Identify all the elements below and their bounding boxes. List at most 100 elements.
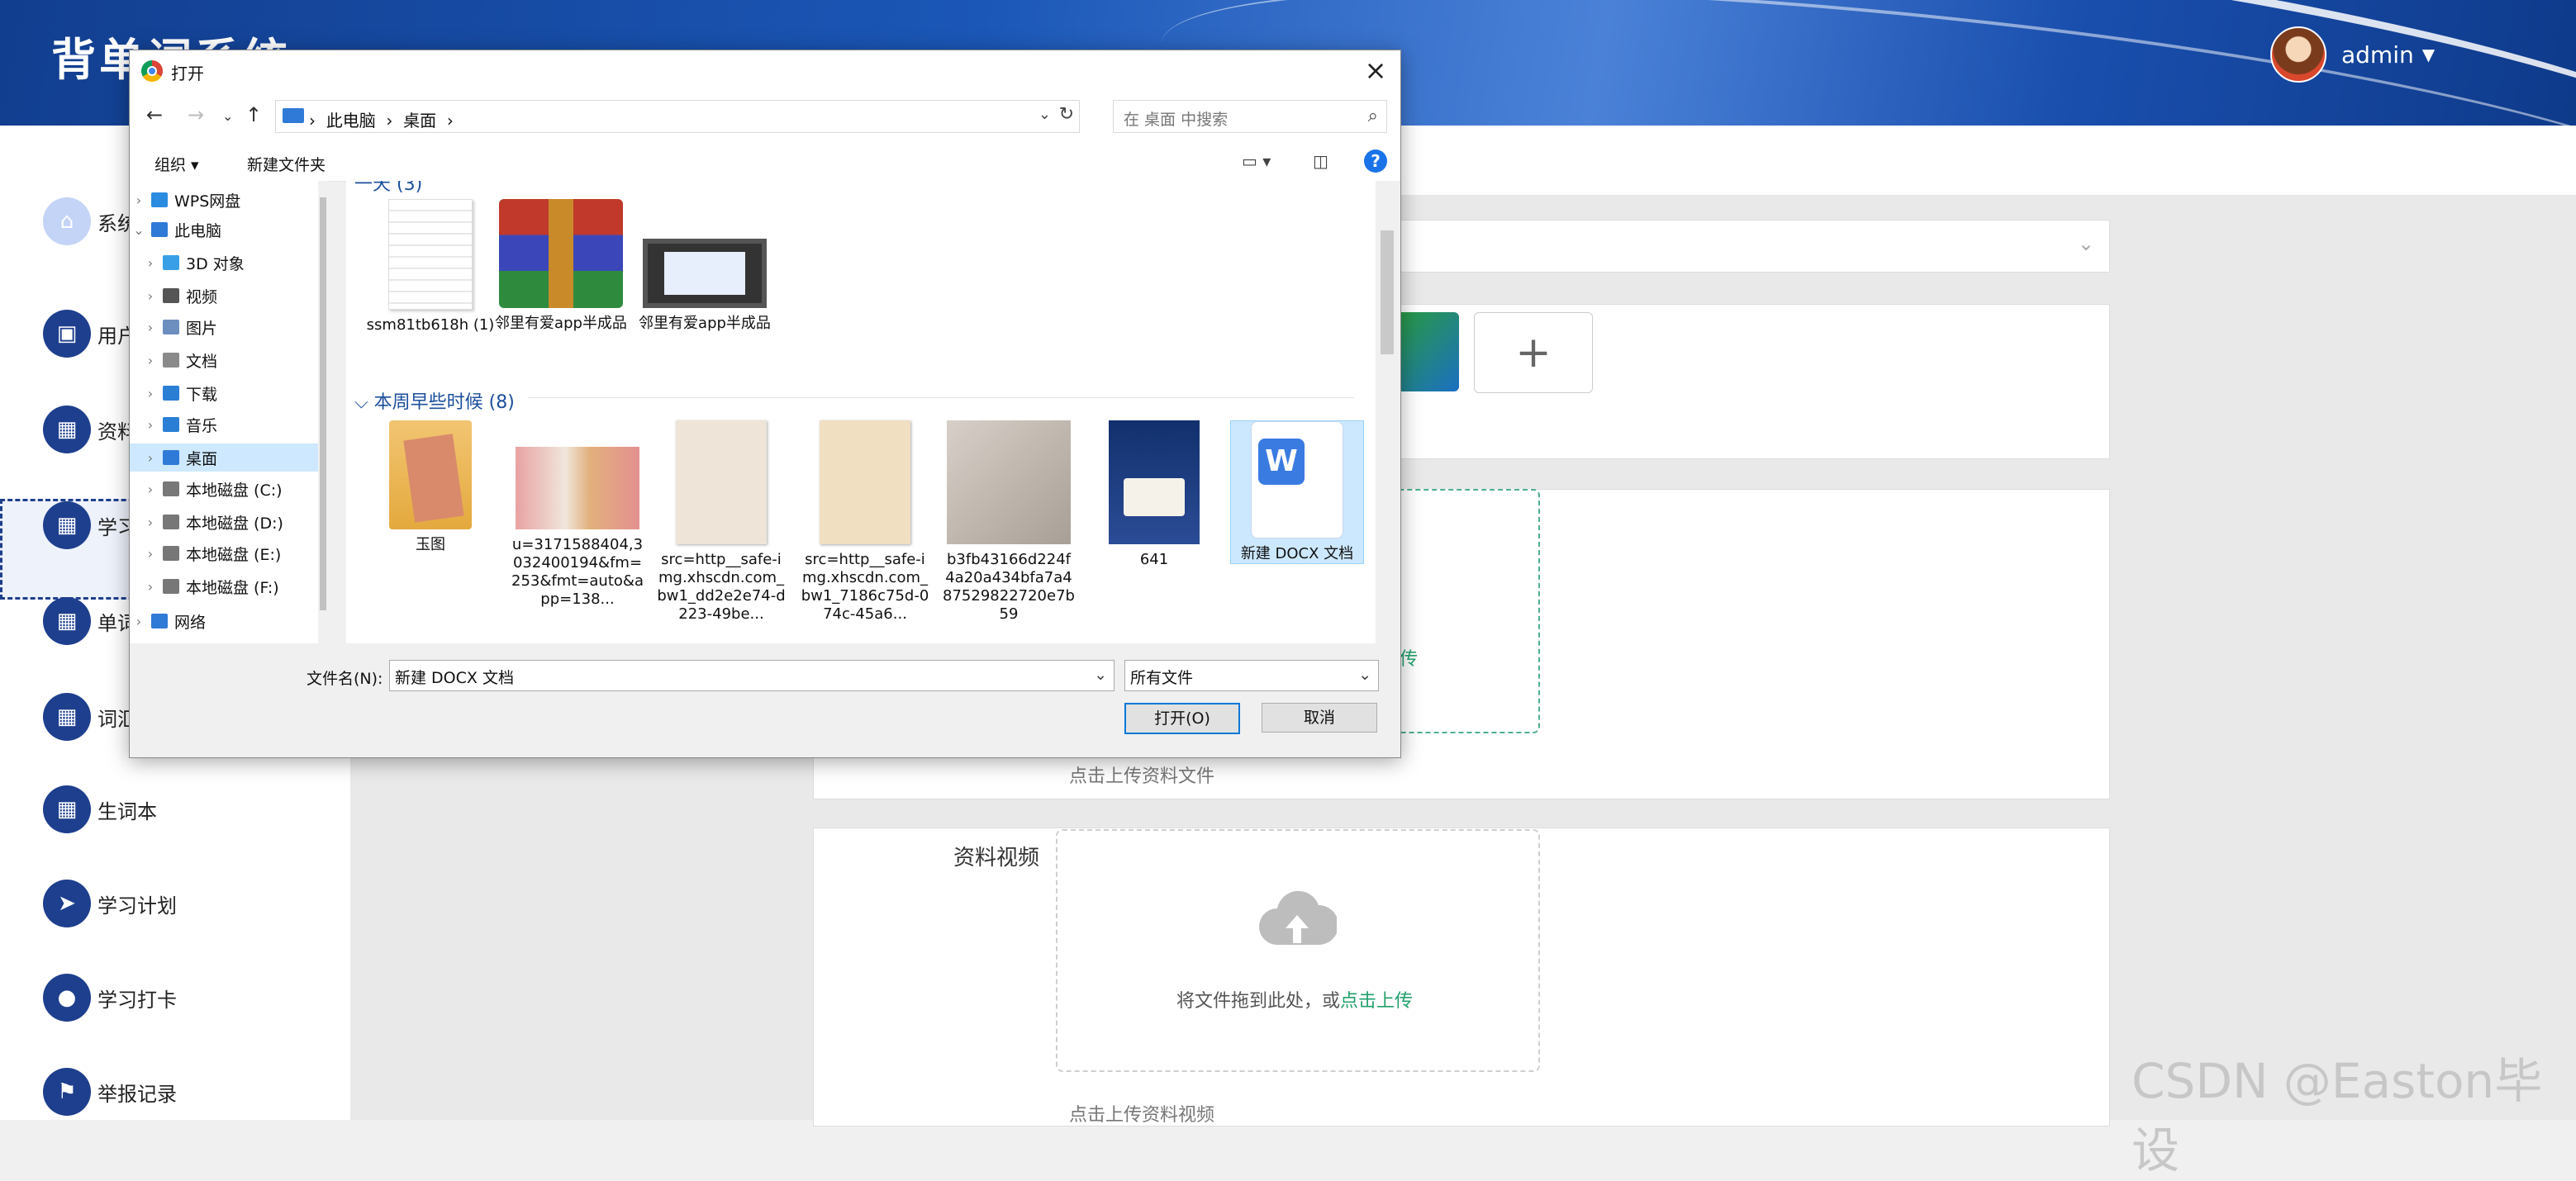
folder-icon (163, 320, 179, 334)
address-bar[interactable]: › 此电脑 › 桌面 › ⌄ ↻ (275, 100, 1080, 133)
chevron-down-icon[interactable]: ⌄ (1038, 106, 1051, 123)
sidebar-item[interactable]: ▦ 单词 (43, 597, 137, 645)
dialog-toolbar: 组织 ▾ 新建文件夹 ▭ ▾ ◫ ? (130, 143, 1400, 182)
sidebar-item[interactable]: ▦ 学习 (43, 501, 137, 549)
file-item[interactable]: W 新建 DOCX 文档 (1230, 420, 1364, 564)
tree-item[interactable]: › WPS网盘 (130, 186, 318, 214)
video-upload-link[interactable]: 点击上传 (1340, 991, 1413, 1012)
file-item[interactable]: u=3171588404,3032400194&fm=253&fmt=auto&… (511, 420, 644, 609)
file-item[interactable]: src=http__safe-img.xhscdn.com_bw1_7186c7… (799, 420, 931, 624)
sidebar-item[interactable]: ⚑ 举报记录 (43, 1068, 177, 1116)
chevron-right-icon[interactable]: › (141, 255, 159, 271)
upload-link-fragment[interactable]: 传 (1400, 644, 1418, 671)
group-header-earlier[interactable]: ⌵ 本周早些时候 (8) (354, 387, 515, 414)
search-placeholder: 在 桌面 中搜索 (1124, 111, 1229, 129)
filename-input[interactable]: 新建 DOCX 文档 ⌄ (389, 660, 1115, 691)
cancel-button[interactable]: 取消 (1262, 703, 1377, 733)
file-item[interactable]: 邻里有爱app半成品 (639, 199, 771, 333)
username[interactable]: admin (2341, 41, 2414, 69)
folder-icon (163, 450, 179, 465)
tree-item-label: 文档 (186, 352, 218, 371)
chevron-right-icon[interactable]: › (141, 579, 159, 595)
tree-item[interactable]: › 下载 (130, 379, 328, 407)
file-item[interactable]: ssm81tb618h (1) (364, 199, 497, 334)
file-list-scrollbar[interactable] (1376, 181, 1399, 643)
user-menu[interactable]: admin ▼ (2270, 26, 2435, 83)
sidebar-item[interactable]: ➤ 学习计划 (43, 880, 177, 927)
sidebar-item[interactable]: ▦ 生词本 (43, 785, 157, 833)
tree-item[interactable]: › 本地磁盘 (E:) (130, 539, 328, 567)
file-item[interactable]: 玉图 (364, 420, 497, 554)
up-arrow-icon[interactable]: ↑ (245, 103, 262, 126)
chevron-right-icon[interactable]: › (141, 288, 159, 304)
back-arrow-icon[interactable]: ← (146, 103, 163, 126)
cloud-upload-icon (1257, 887, 1338, 950)
chevron-right-icon[interactable]: › (141, 386, 159, 401)
tree-scrollbar[interactable] (318, 181, 328, 643)
tree-item[interactable]: ⌄ 此电脑 (130, 216, 318, 244)
breadcrumb-this-pc[interactable]: 此电脑 (326, 111, 376, 130)
refresh-icon[interactable]: ↻ (1059, 104, 1074, 125)
add-image-button[interactable]: + (1474, 312, 1593, 393)
monitor-icon: ▣ (43, 310, 91, 358)
file-item[interactable]: 641 (1088, 420, 1220, 569)
chevron-right-icon[interactable]: › (130, 614, 148, 629)
tree-item[interactable]: › 本地磁盘 (D:) (130, 508, 328, 536)
tree-item[interactable]: › 网络 (130, 607, 318, 635)
chevron-right-icon[interactable]: › (141, 481, 159, 497)
new-folder-button[interactable]: 新建文件夹 (247, 153, 326, 175)
close-button[interactable]: × (1359, 54, 1392, 87)
tree-item-label: 音乐 (186, 416, 218, 435)
folder-icon (163, 353, 179, 368)
organize-menu[interactable]: 组织 ▾ (154, 153, 199, 175)
sidebar-item[interactable]: ▦ 词汇 (43, 693, 137, 741)
chevron-right-icon[interactable]: › (141, 320, 159, 335)
forward-arrow-icon[interactable]: → (188, 103, 204, 126)
file-item[interactable]: 邻里有爱app半成品 (495, 199, 627, 333)
grid-icon: ▦ (43, 406, 91, 453)
tree-item[interactable]: › 视频 (130, 282, 328, 310)
tree-item[interactable]: › 本地磁盘 (C:) (130, 475, 328, 503)
chevron-right-icon[interactable]: › (130, 192, 148, 208)
caret-down-icon[interactable]: ▼ (2422, 45, 2435, 64)
recent-locations-icon[interactable]: ⌄ (222, 108, 233, 124)
chevron-right-icon[interactable]: › (141, 450, 159, 466)
tree-item-label: 视频 (186, 287, 218, 306)
chevron-right-icon[interactable]: › (141, 417, 159, 433)
preview-pane-icon[interactable]: ◫ (1313, 151, 1328, 171)
file-thumbnail (499, 199, 623, 308)
dialog-titlebar[interactable]: 打开 × (130, 50, 1400, 92)
cover-thumbnail[interactable] (1393, 312, 1459, 391)
chevron-down-icon[interactable]: ⌄ (1358, 666, 1371, 684)
file-item[interactable]: src=http__safe-img.xhscdn.com_bw1_dd2e2e… (655, 420, 787, 624)
tree-item[interactable]: › 图片 (130, 313, 328, 341)
tree-item[interactable]: › 3D 对象 (130, 249, 328, 277)
open-button[interactable]: 打开(O) (1124, 703, 1240, 734)
tree-item[interactable]: › 桌面 (130, 443, 328, 472)
sidebar-item[interactable]: ▦ 资料 (43, 406, 137, 453)
chevron-right-icon[interactable]: › (141, 515, 159, 530)
tree-item[interactable]: › 本地磁盘 (F:) (130, 572, 328, 600)
sidebar-item[interactable]: ● 学习打卡 (43, 974, 177, 1022)
folder-icon (163, 255, 179, 270)
chevron-down-icon[interactable]: ⌄ (130, 222, 148, 238)
sidebar-item[interactable]: ⌂ 系统 (43, 197, 137, 245)
group-header-recent[interactable]: 一天 (3) (354, 181, 422, 196)
sidebar-item[interactable]: ▣ 用户 (43, 310, 137, 358)
tree-item[interactable]: › 音乐 (130, 410, 328, 439)
search-icon: ⌕ (1367, 106, 1378, 126)
chevron-down-icon[interactable]: ⌄ (1094, 666, 1107, 684)
tree-item-label: 网络 (174, 613, 207, 632)
help-icon[interactable]: ? (1364, 149, 1387, 173)
avatar[interactable] (2270, 26, 2326, 83)
view-options-icon[interactable]: ▭ ▾ (1242, 151, 1271, 171)
breadcrumb-desktop[interactable]: 桌面 (403, 111, 436, 130)
video-dropzone[interactable] (1056, 829, 1540, 1072)
sidebar-item-label: 生词本 (97, 799, 157, 823)
chevron-right-icon[interactable]: › (141, 353, 159, 368)
search-input[interactable]: 在 桌面 中搜索 ⌕ (1113, 100, 1387, 133)
tree-item[interactable]: › 文档 (130, 346, 328, 374)
filetype-select[interactable]: 所有文件 ⌄ (1124, 660, 1379, 691)
chevron-right-icon[interactable]: › (141, 546, 159, 562)
file-item[interactable]: b3fb43166d224f4a20a434bfa7a487529822720e… (943, 420, 1075, 624)
